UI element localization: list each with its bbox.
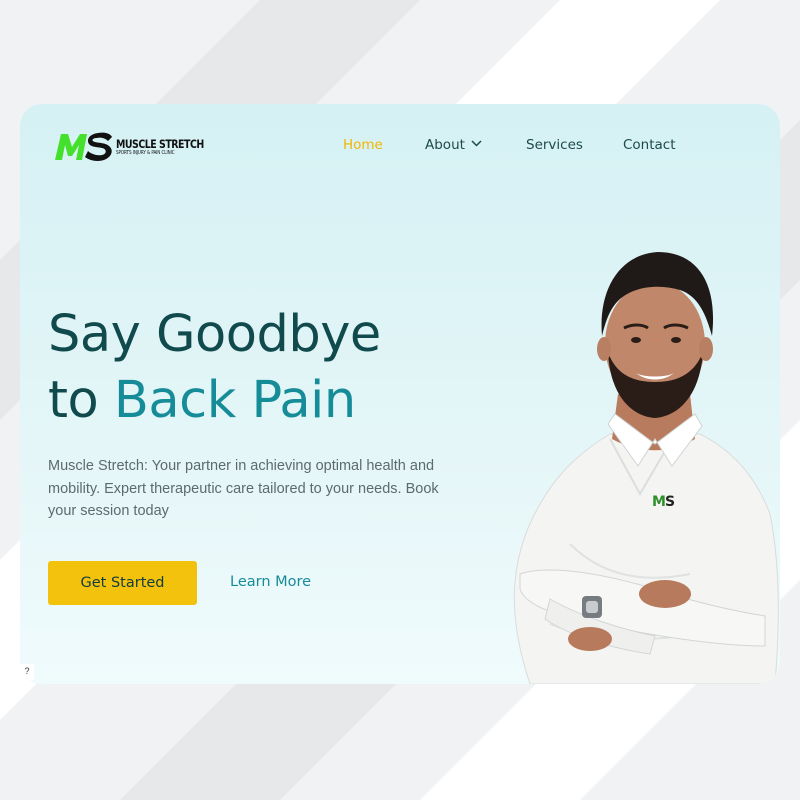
hero-heading-prefix: to — [48, 371, 114, 430]
hero-heading-line2: to Back Pain — [48, 368, 498, 434]
nav-contact[interactable]: Contact — [623, 137, 676, 153]
hero-heading-accent: Back Pain — [113, 371, 356, 430]
nav-about[interactable]: About — [425, 137, 482, 153]
hero-card: MUSCLE STRETCH SPORTS INJURY & PAIN CLIN… — [20, 104, 780, 684]
svg-text:S: S — [665, 494, 675, 510]
get-started-button[interactable]: Get Started — [48, 561, 197, 605]
learn-more-link[interactable]: Learn More — [230, 574, 311, 590]
nav-home[interactable]: Home — [343, 137, 383, 153]
main-nav: Home About Services Contact — [20, 137, 780, 157]
hero-heading: Say Goodbye to Back Pain — [48, 302, 498, 434]
therapist-photo: M S — [513, 252, 779, 684]
chevron-down-icon — [471, 140, 482, 147]
svg-text:M: M — [652, 494, 666, 510]
hero-heading-line1: Say Goodbye — [48, 305, 381, 364]
nav-services[interactable]: Services — [526, 137, 583, 153]
nav-about-label: About — [425, 137, 465, 153]
hero-subtitle: Muscle Stretch: Your partner in achievin… — [48, 458, 439, 519]
help-badge[interactable]: ? — [20, 664, 34, 680]
